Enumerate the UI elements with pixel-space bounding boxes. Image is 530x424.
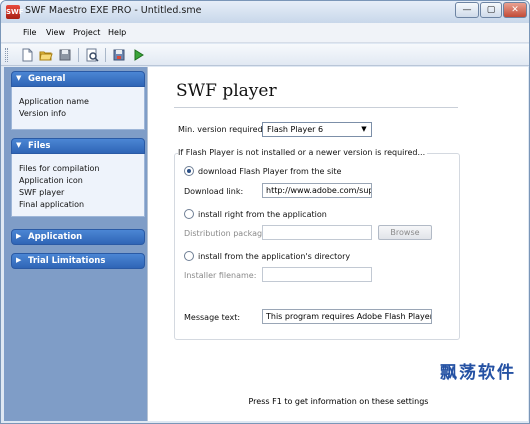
menu-project[interactable]: Project [73,28,100,37]
toolbar [1,44,529,66]
page-title: SWF player [176,81,277,101]
menu-view[interactable]: View [46,28,65,37]
menu-help[interactable]: Help [108,28,126,37]
chevron-down-icon: ▼ [16,74,22,82]
distribution-package-input[interactable] [262,225,372,240]
min-version-select[interactable]: Flash Player 6 ▼ [262,122,372,137]
chevron-right-icon: ▶ [16,232,22,240]
min-version-label: Min. version required: [178,125,266,134]
group-caption: If Flash Player is not installed or a ne… [178,148,428,157]
sidebar-section-general[interactable]: ▼ General [11,71,145,87]
sidebar-section-files[interactable]: ▼ Files [11,138,145,154]
status-hint: Press F1 to get information on these set… [248,397,429,406]
message-text-label: Message text: [184,313,241,322]
toolbar-separator [105,48,106,62]
sidebar-item-files-for-compilation[interactable]: Files for compilation [19,164,99,173]
sidebar-section-application[interactable]: ▶ Application [11,229,145,245]
maximize-button[interactable]: ▢ [480,2,502,18]
sidebar-files-body: Files for compilation Application icon S… [11,154,145,217]
radio-install-app[interactable] [184,209,194,219]
browse-button[interactable]: Browse [378,225,432,240]
chevron-down-icon: ▼ [361,125,367,133]
download-link-label: Download link: [184,187,244,196]
app-icon: SWF [6,5,24,19]
radio-download[interactable] [184,166,194,176]
radio-selected-dot [187,169,191,173]
sidebar-section-label: Application [28,232,83,242]
save-icon[interactable] [57,47,73,63]
build-icon[interactable] [111,47,127,63]
message-text-input[interactable]: This program requires Adobe Flash Player… [262,309,432,324]
distribution-package-label: Distribution package: [184,229,270,238]
divider [174,107,458,108]
radio-install-app-label[interactable]: install right from the application [198,210,327,219]
open-folder-icon[interactable] [38,47,54,63]
sidebar-item-application-icon[interactable]: Application icon [19,176,83,185]
app-window: SWF SWF Maestro EXE PRO - Untitled.sme —… [0,0,530,424]
window-title: SWF Maestro EXE PRO - Untitled.sme [25,5,202,16]
installer-filename-input[interactable] [262,267,372,282]
minimize-button[interactable]: — [455,2,479,18]
sidebar-item-application-name[interactable]: Application name [19,97,89,106]
watermark: 飘荡软件 [440,363,516,383]
radio-download-label[interactable]: download Flash Player from the site [198,167,341,176]
radio-install-dir-label[interactable]: install from the application's directory [198,252,350,261]
sidebar-general-body: Application name Version info [11,87,145,130]
sidebar-item-version-info[interactable]: Version info [19,109,66,118]
min-version-value: Flash Player 6 [267,125,324,134]
close-button[interactable]: ✕ [503,2,527,18]
radio-install-dir[interactable] [184,251,194,261]
sidebar-section-trial-limitations[interactable]: ▶ Trial Limitations [11,253,145,269]
menu-bar: File View Project Help [1,23,529,43]
sidebar-section-label: Trial Limitations [28,256,106,266]
new-file-icon[interactable] [19,47,35,63]
sidebar-section-label: General [28,74,66,84]
sidebar-item-final-application[interactable]: Final application [19,200,84,209]
main-panel: SWF player Min. version required: Flash … [147,67,528,421]
download-link-input[interactable]: http://www.adobe.com/supp [262,183,372,198]
chevron-down-icon: ▼ [16,141,22,149]
installer-filename-label: Installer filename: [184,271,257,280]
chevron-right-icon: ▶ [16,256,22,264]
run-icon[interactable] [130,47,146,63]
sidebar-section-label: Files [28,141,51,151]
preview-icon[interactable] [84,47,100,63]
sidebar-item-swf-player[interactable]: SWF player [19,188,64,197]
sidebar: ▼ General Application name Version info … [4,67,147,421]
menu-file[interactable]: File [23,28,36,37]
title-bar[interactable]: SWF SWF Maestro EXE PRO - Untitled.sme —… [1,1,529,23]
toolbar-separator [78,48,79,62]
toolbar-grip[interactable] [5,48,8,62]
